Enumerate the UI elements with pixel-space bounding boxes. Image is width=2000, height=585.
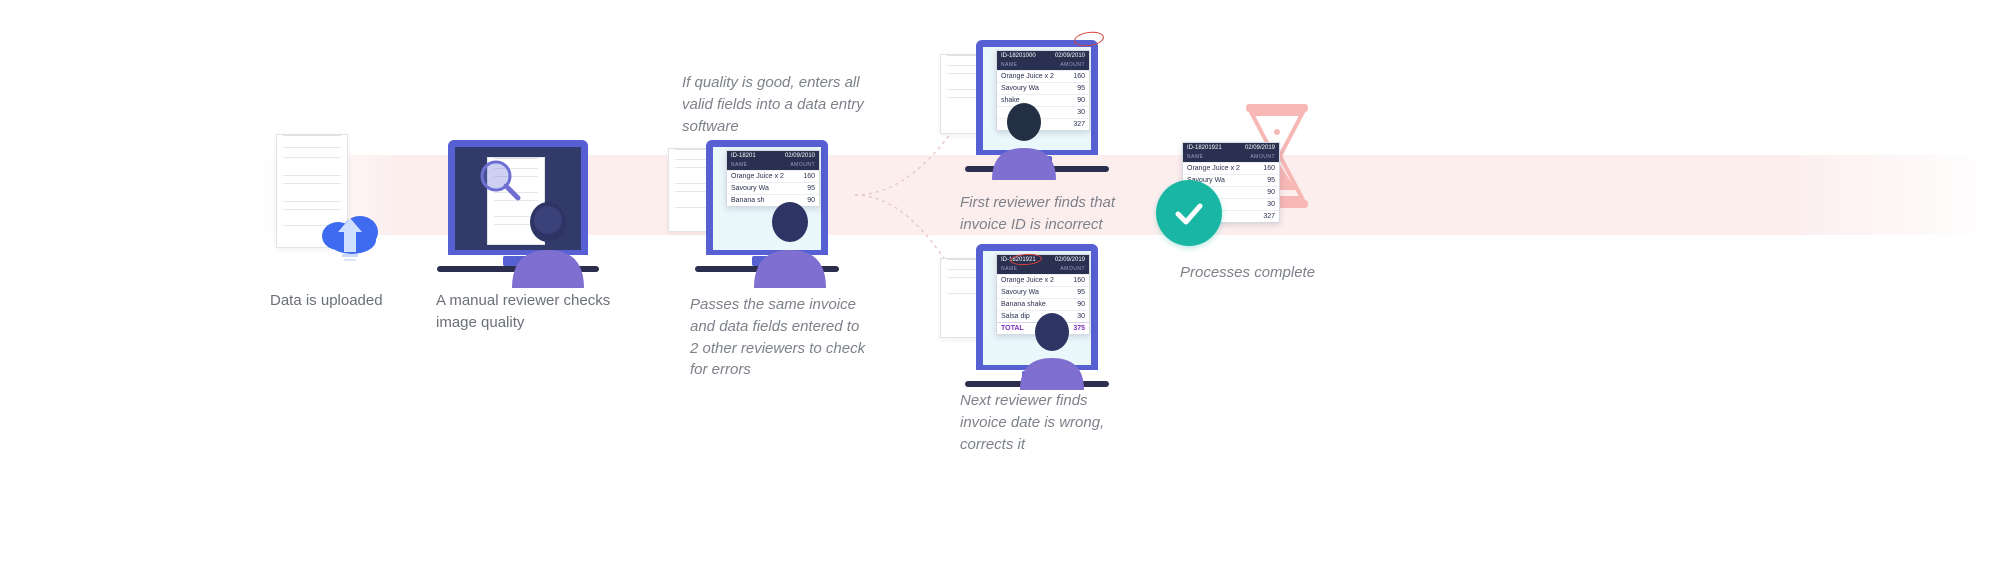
step5-caption: Processes complete: [1180, 262, 1340, 284]
person-reviewer-1: [502, 198, 590, 288]
step4b-caption: Next reviewer finds invoice date is wron…: [960, 390, 1130, 455]
success-check-icon: [1156, 180, 1222, 246]
step1-caption: Data is uploaded: [270, 290, 440, 312]
person-reviewer-3: [1012, 310, 1092, 390]
cloud-upload-icon: [316, 206, 382, 269]
person-reviewer-2: [984, 100, 1064, 180]
step3-top-caption: If quality is good, enters all valid fie…: [682, 72, 872, 137]
error-mark-invoice-id: [1073, 30, 1105, 48]
person-data-entry: [744, 198, 832, 288]
step3-bottom-caption: Passes the same invoice and data fields …: [690, 294, 870, 381]
step4a-caption: First reviewer finds that invoice ID is …: [960, 192, 1130, 236]
step2-caption: A manual reviewer checks image quality: [436, 290, 616, 334]
